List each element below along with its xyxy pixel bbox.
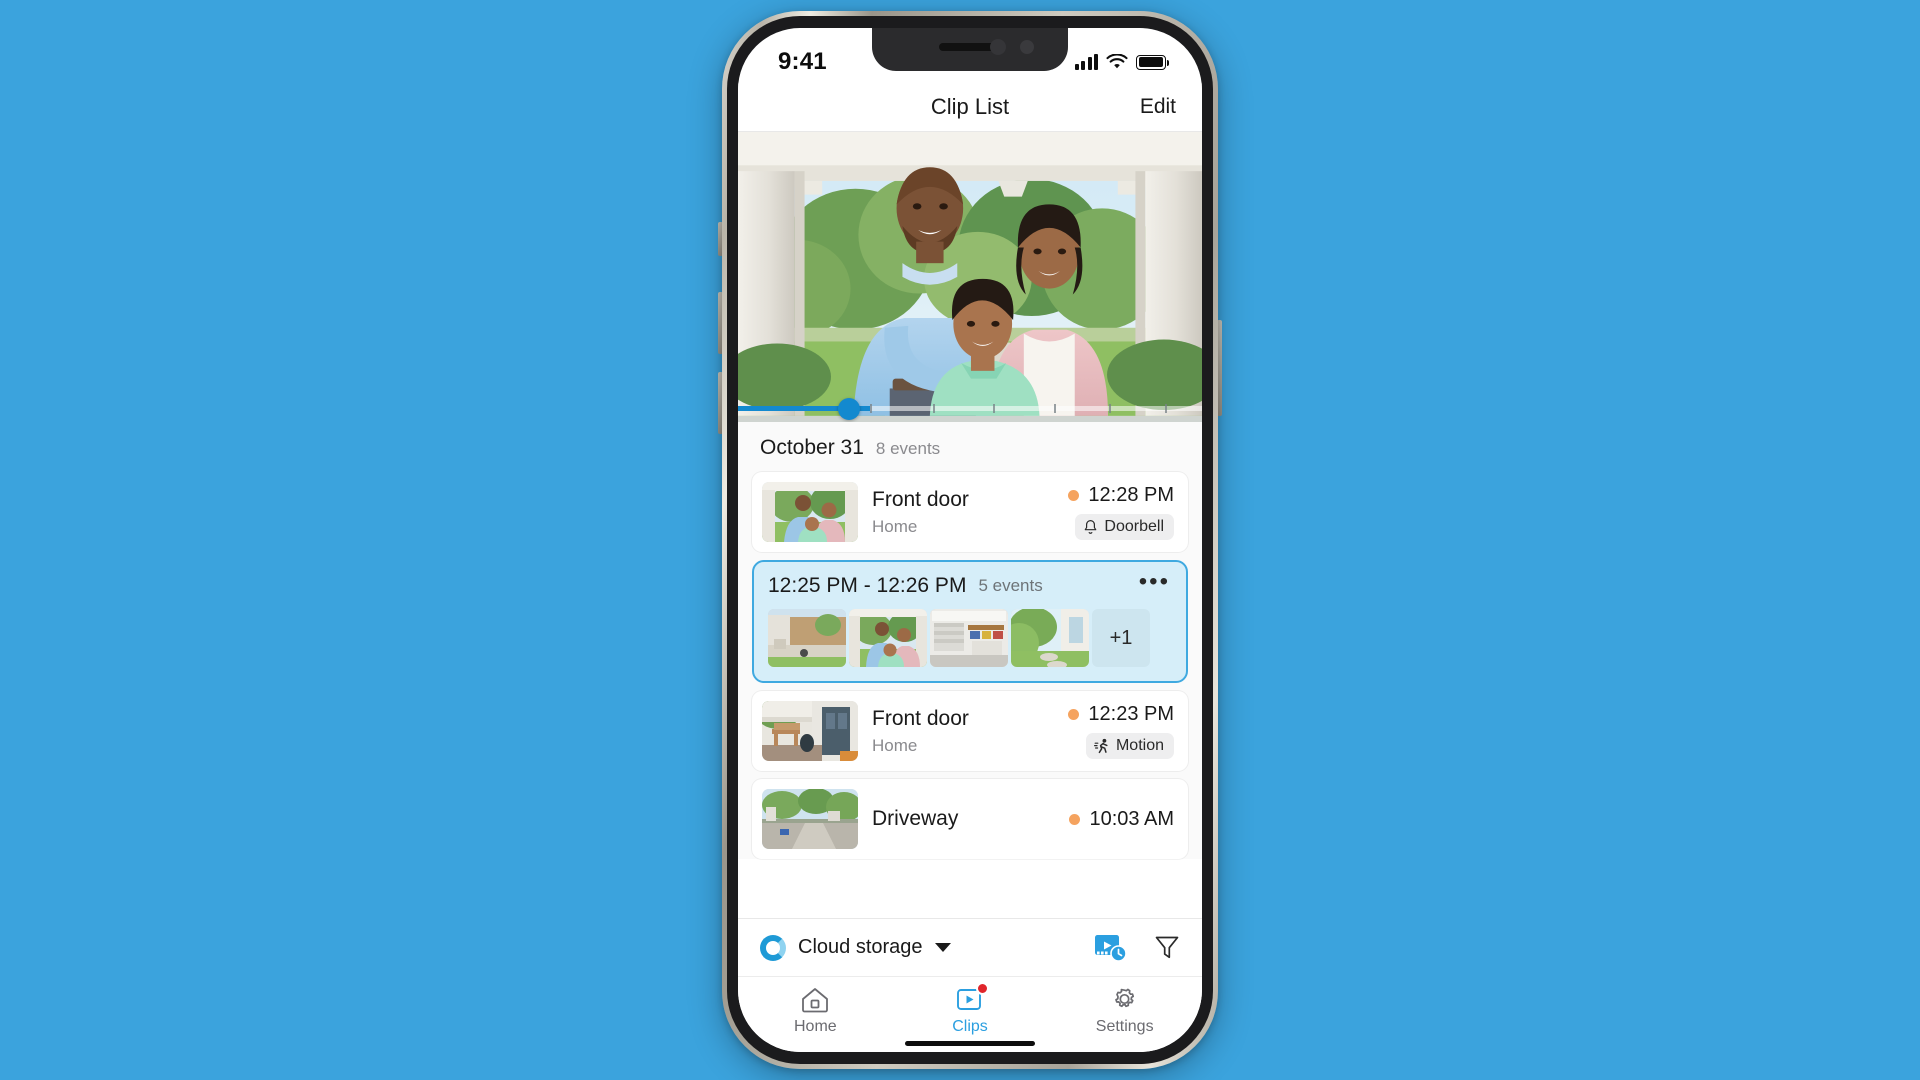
clip-thumbnail [762,701,858,761]
group-thumbnail-garage-interior[interactable] [930,609,1008,667]
status-badge-motion: Motion [1085,733,1174,759]
group-thumbnail-family-porch[interactable] [849,609,927,667]
filter-funnel-icon[interactable] [1154,934,1180,962]
clip-title: Front door [872,707,969,731]
group-time-range: 12:25 PM - 12:26 PM [768,574,967,597]
cloud-storage-ring-icon [760,934,786,961]
date-label: October 31 [760,436,864,459]
thumbnail-porch-bench-door [762,701,858,761]
clip-row-front-door-1223[interactable]: Front door Home 12:23 PM Motion [752,691,1188,771]
clip-title: Front door [872,488,969,512]
play-clip-icon [956,982,989,1014]
video-player[interactable] [738,132,1202,422]
clip-row-front-door-1228[interactable]: Front door Home 12:28 PM Doorbell [752,472,1188,552]
group-thumbnail-side-yard-path[interactable] [1011,609,1089,667]
scrubber-divider [870,404,873,413]
cellular-signal-icon [1074,54,1098,70]
sensor-array [990,39,1006,55]
home-icon [800,984,830,1014]
status-dot [1069,813,1081,825]
scrubber-divider [1164,404,1167,413]
status-time: 9:41 [778,48,827,75]
tab-label: Settings [1095,1018,1154,1035]
tab-clips[interactable]: Clips [893,982,1048,1036]
clip-time: 10:03 AM [1089,807,1174,830]
tab-settings[interactable]: Settings [1047,984,1202,1036]
date-event-count: 8 events [875,439,941,458]
scrubber-handle[interactable] [837,398,860,420]
clip-title: Driveway [872,806,959,830]
bottom-tab-bar: Home Clips Settings [738,976,1202,1052]
group-thumbnail-backyard-patio[interactable] [768,609,846,667]
bell-icon [1085,520,1097,534]
scrubber-progress [738,406,841,411]
tab-home[interactable]: Home [738,984,893,1036]
clip-subtitle: Home [872,735,918,755]
chevron-down-icon[interactable] [934,943,951,952]
clip-list: Front door Home 12:28 PM Doorbell 12:25 … [738,472,1202,859]
navigation-bar: Clip List Edit [738,82,1202,132]
clip-time: 12:28 PM [1088,484,1174,506]
notch [872,28,1068,71]
bottom-toolbar: Cloud storage [738,918,1202,976]
clip-meta: 12:23 PM Motion [1068,703,1174,759]
group-thumbnail-strip: +1 [768,609,1174,667]
clip-time: 12:23 PM [1088,703,1174,725]
scrubber-divider [1109,404,1112,413]
status-bar: 9:41 [738,28,1202,82]
tab-label: Home [793,1018,837,1035]
wifi-icon [1106,54,1128,69]
clip-timeline-icon[interactable] [1094,933,1128,963]
phone-screen: 9:41 Clip List Edit October 31 8 events … [738,28,1202,1052]
tab-label: Clips [952,1018,988,1035]
clip-text: Driveway [872,806,1055,832]
video-scrubber[interactable] [738,398,1202,420]
clip-meta: 12:28 PM Doorbell [1068,484,1174,540]
clip-text: Front door Home [872,706,1054,755]
group-event-count: 5 events [978,576,1043,595]
scrubber-divider [932,404,935,413]
clip-subtitle: Home [872,516,918,536]
clip-text: Front door Home [872,487,1054,536]
thumbnail-family-porch [762,482,858,542]
date-header: October 31 8 events [738,422,1202,472]
toolbar-actions [1094,933,1180,963]
clip-meta: 10:03 AM [1069,808,1174,831]
phone-body: 9:41 Clip List Edit October 31 8 events … [727,16,1213,1064]
clip-group-card[interactable]: 12:25 PM - 12:26 PM 5 events ••• +1 [752,560,1188,683]
edit-button[interactable]: Edit [1140,95,1176,119]
ellipsis-icon[interactable]: ••• [1135,569,1174,597]
scrubber-divider [993,404,996,413]
badge-label: Doorbell [1104,518,1164,535]
clip-row-driveway-1003[interactable]: Driveway 10:03 AM [752,779,1188,859]
front-camera [1020,40,1034,54]
page-title: Clip List [930,93,1010,119]
group-header: 12:25 PM - 12:26 PM 5 events ••• [768,569,1174,598]
cloud-storage-label[interactable]: Cloud storage [798,936,923,959]
home-indicator[interactable] [905,1041,1035,1046]
running-person-icon [1093,738,1108,754]
video-frame-family-porch [738,132,1202,416]
scrubber-divider [1053,404,1056,413]
status-dot [1068,490,1080,501]
clip-thumbnail [762,789,858,849]
status-badge-doorbell: Doorbell [1075,514,1174,540]
thumbnail-driveway-street [762,789,858,849]
group-overflow-count[interactable]: +1 [1092,609,1150,667]
phone-frame: 9:41 Clip List Edit October 31 8 events … [722,11,1218,1069]
badge-label: Motion [1115,737,1164,754]
status-dot [1068,709,1080,720]
clip-thumbnail [762,482,858,542]
gear-icon [1110,984,1139,1014]
notification-badge [976,982,989,995]
status-indicators [1074,54,1170,70]
battery-icon [1136,54,1170,70]
